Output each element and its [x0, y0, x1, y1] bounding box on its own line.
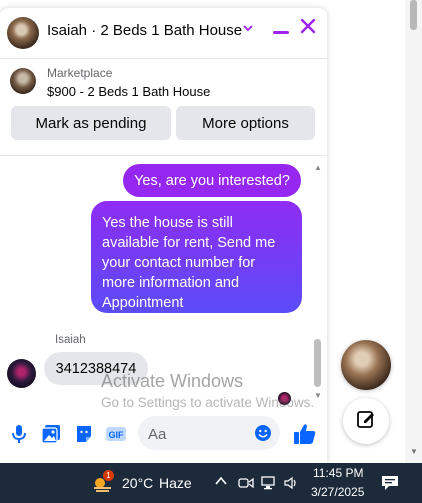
- network-icon[interactable]: [261, 476, 277, 490]
- close-icon[interactable]: [299, 17, 317, 39]
- message-scrollbar-thumb[interactable]: [314, 339, 321, 387]
- clock-date[interactable]: 3/27/2025: [311, 485, 364, 499]
- more-options-button[interactable]: More options: [176, 106, 315, 140]
- weather-badge: 1: [103, 470, 114, 481]
- new-message-button[interactable]: [343, 398, 389, 444]
- message-scrollbar[interactable]: ▲ ▼: [312, 163, 323, 401]
- show-hidden-icons-chevron-icon[interactable]: [214, 474, 228, 491]
- message-input-container[interactable]: [138, 416, 280, 450]
- image-icon[interactable]: [41, 424, 60, 444]
- contact-avatar[interactable]: [7, 17, 39, 49]
- message-composer: GIF: [0, 412, 327, 456]
- volume-icon[interactable]: [283, 476, 299, 490]
- listing-source: Marketplace: [47, 66, 113, 80]
- message-input[interactable]: [146, 422, 250, 446]
- thumbs-up-icon[interactable]: [293, 422, 317, 446]
- chat-header: Isaiah · 2 Beds 1 Bath House: [0, 8, 327, 59]
- chat-title[interactable]: Isaiah · 2 Beds 1 Bath House: [47, 22, 242, 39]
- weather-condition[interactable]: Haze: [159, 475, 192, 491]
- sender-name: Isaiah: [55, 334, 86, 346]
- gif-icon[interactable]: GIF: [105, 424, 126, 442]
- chat-head-avatar[interactable]: [341, 340, 391, 390]
- page-scrollbar[interactable]: ▼: [405, 0, 422, 463]
- chevron-down-icon[interactable]: [242, 22, 254, 37]
- windows-taskbar: 1 20°C Haze 11:45 PM 3/27/2025: [0, 463, 422, 503]
- scroll-up-arrow-icon[interactable]: ▲: [314, 163, 322, 172]
- minimize-icon[interactable]: [273, 31, 289, 34]
- sender-avatar[interactable]: [7, 359, 36, 388]
- svg-text:GIF: GIF: [109, 430, 125, 440]
- message-bubble-outgoing[interactable]: Yes the house is still available for ren…: [91, 201, 302, 313]
- sticker-icon[interactable]: [74, 424, 92, 442]
- listing-title: $900 - 2 Beds 1 Bath House: [47, 84, 211, 99]
- listing-thumbnail: [10, 68, 36, 94]
- scroll-down-arrow-icon[interactable]: ▼: [314, 391, 322, 400]
- scroll-down-arrow-icon[interactable]: ▼: [410, 447, 418, 456]
- microphone-icon[interactable]: [10, 424, 28, 443]
- marketplace-listing[interactable]: Marketplace $900 - 2 Beds 1 Bath House M…: [0, 59, 327, 156]
- compose-icon: [356, 409, 376, 434]
- activate-windows-subtitle: Go to Settings to activate Windows.: [101, 395, 315, 410]
- notification-icon[interactable]: [381, 475, 399, 491]
- message-bubble-outgoing[interactable]: Yes, are you interested?: [123, 164, 301, 197]
- temperature[interactable]: 20°C: [122, 475, 153, 491]
- clock-time[interactable]: 11:45 PM: [313, 466, 363, 480]
- activate-windows-title: Activate Windows: [101, 371, 244, 391]
- message-list: Yes, are you interested? Yes the house i…: [0, 156, 327, 405]
- mark-as-pending-button[interactable]: Mark as pending: [11, 106, 171, 140]
- meet-now-icon[interactable]: [238, 476, 254, 490]
- page-scrollbar-thumb[interactable]: [410, 0, 417, 30]
- emoji-icon[interactable]: [254, 424, 272, 442]
